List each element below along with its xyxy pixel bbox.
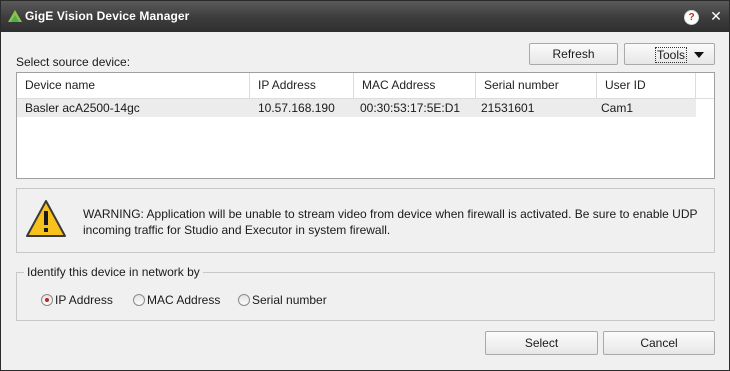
refresh-button[interactable]: Refresh — [529, 43, 618, 65]
column-header-serial-number[interactable]: Serial number — [476, 73, 597, 98]
warning-triangle-icon — [26, 200, 66, 237]
radio-unselected-icon — [133, 294, 145, 306]
table-header: Device name IP Address MAC Address Seria… — [17, 73, 714, 99]
identify-group: Identify this device in network by IP Ad… — [16, 265, 715, 321]
tools-dropdown-button[interactable]: Tools — [624, 43, 715, 65]
column-header-ip-address[interactable]: IP Address — [250, 73, 354, 98]
radio-label: Serial number — [252, 293, 327, 307]
help-icon[interactable]: ? — [684, 10, 699, 25]
warning-panel: WARNING: Application will be unable to s… — [16, 188, 715, 253]
select-source-label: Select source device: — [16, 55, 131, 69]
dropdown-arrow-icon — [694, 52, 704, 58]
device-table: Device name IP Address MAC Address Seria… — [16, 72, 715, 179]
close-icon[interactable]: ✕ — [708, 7, 724, 25]
cell-ip-address: 10.57.168.190 — [258, 101, 335, 115]
cancel-button[interactable]: Cancel — [603, 331, 715, 355]
radio-unselected-icon — [238, 294, 250, 306]
table-row[interactable]: Basler acA2500-14gc 10.57.168.190 00:30:… — [17, 99, 696, 117]
column-header-mac-address[interactable]: MAC Address — [354, 73, 476, 98]
radio-selected-icon — [41, 294, 53, 306]
cell-user-id: Cam1 — [601, 101, 634, 115]
cell-device-name: Basler acA2500-14gc — [25, 101, 140, 115]
app-logo-icon — [8, 10, 22, 22]
dialog-content: Select source device: Refresh Tools Devi… — [2, 32, 728, 369]
tools-label: Tools — [655, 47, 688, 63]
column-header-user-id[interactable]: User ID — [597, 73, 696, 98]
cell-mac-address: 00:30:53:17:5E:D1 — [360, 101, 461, 115]
identify-group-label: Identify this device in network by — [24, 265, 203, 279]
column-header-device-name[interactable]: Device name — [17, 73, 250, 98]
window-title: GigE Vision Device Manager — [25, 9, 190, 23]
dialog-window: GigE Vision Device Manager ? ✕ Select so… — [0, 0, 730, 371]
radio-label: IP Address — [55, 293, 113, 307]
select-button[interactable]: Select — [485, 331, 598, 355]
radio-label: MAC Address — [147, 293, 221, 307]
warning-text: WARNING: Application will be unable to s… — [83, 207, 698, 237]
title-bar[interactable]: GigE Vision Device Manager ? ✕ — [1, 1, 729, 32]
cell-serial-number: 21531601 — [481, 101, 535, 115]
